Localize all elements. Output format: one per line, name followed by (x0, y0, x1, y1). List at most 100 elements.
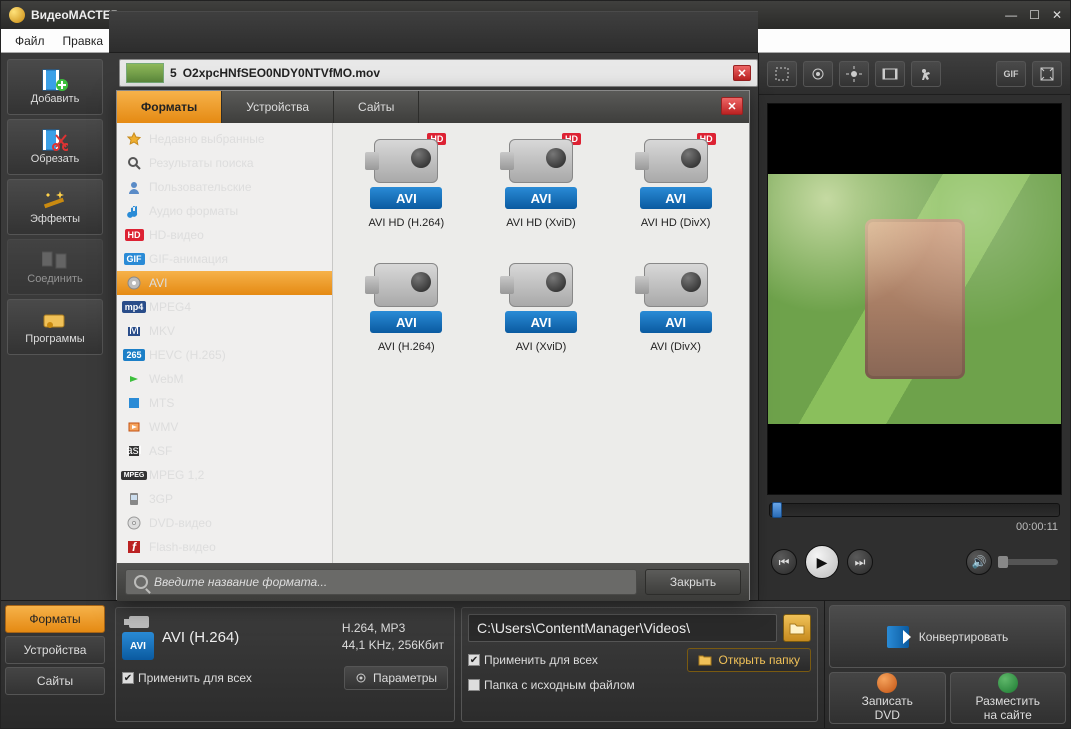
format-bar: AVI (370, 311, 442, 333)
category-quicktime-mov-[interactable]: QQuickTime (MOV) (117, 559, 332, 563)
src-folder-checkbox[interactable]: Папка с исходным файлом (468, 678, 811, 692)
open-folder-button[interactable]: Открыть папку (687, 648, 811, 672)
preset-label: AVI HD (DivX) (641, 217, 710, 229)
modal-tab-formats[interactable]: Форматы (117, 91, 222, 123)
tool-gif-button[interactable]: GIF (996, 61, 1026, 87)
maximize-button[interactable]: ☐ (1029, 8, 1040, 22)
next-track-button[interactable]: ⏭ (847, 549, 873, 575)
category-недавно-выбранные[interactable]: Недавно выбранные (117, 127, 332, 151)
output-box: C:\Users\ContentManager\Videos\ ✔Примени… (461, 607, 818, 722)
preset-avi-hd-divx-[interactable]: HDAVIAVI HD (DivX) (610, 133, 741, 251)
preset-avi-hd-h-264-[interactable]: HDAVIAVI HD (H.264) (341, 133, 472, 251)
modal-tab-devices[interactable]: Устройства (222, 91, 334, 123)
menu-file[interactable]: Файл (7, 31, 53, 51)
convert-icon (887, 626, 909, 648)
sidebar-add-label: Добавить (31, 93, 80, 105)
seek-bar[interactable] (769, 503, 1060, 517)
minimize-button[interactable]: — (1005, 8, 1017, 22)
sidebar-programs-button[interactable]: Программы (7, 299, 103, 355)
format-name: AVI (H.264) (162, 629, 239, 646)
format-bar: AVI (505, 311, 577, 333)
preset-avi-divx-[interactable]: AVIAVI (DivX) (610, 257, 741, 375)
join-icon (41, 249, 69, 271)
sidebar-effects-button[interactable]: Эффекты (7, 179, 103, 235)
app-window: ВидеоМАСТЕР — ☐ ✕ Файл Правка Обработка … (0, 0, 1071, 729)
category-3gp[interactable]: 3GP (117, 487, 332, 511)
disc-icon (125, 276, 143, 290)
modal-tab-sites[interactable]: Сайты (334, 91, 419, 123)
3gp-icon (125, 492, 143, 506)
burn-dvd-button[interactable]: Записать DVD (829, 672, 946, 724)
browse-folder-button[interactable] (783, 614, 811, 642)
left-sidebar: Добавить Обрезать Эффекты Соединить Прог… (1, 53, 109, 600)
camcorder-icon (374, 263, 438, 307)
menu-edit[interactable]: Правка (55, 31, 112, 51)
category-dvd-видео[interactable]: DVD-видео (117, 511, 332, 535)
preset-panel: HDAVIAVI HD (H.264)HDAVIAVI HD (XviD)HDA… (333, 123, 749, 563)
category-аудио-форматы[interactable]: Аудио форматы (117, 199, 332, 223)
bottom-tab-formats[interactable]: Форматы (5, 605, 105, 633)
modal-close-x[interactable]: ✕ (721, 97, 743, 115)
camera-icon (124, 614, 152, 630)
category-gif-анимация[interactable]: GIFGIF-анимация (117, 247, 332, 271)
sidebar-cut-button[interactable]: Обрезать (7, 119, 103, 175)
apply-all-checkbox-2[interactable]: ✔Применить для всех (468, 653, 598, 667)
category-avi[interactable]: AVI (117, 271, 332, 295)
format-tag: AVI (122, 632, 154, 660)
format-bar: AVI (505, 187, 577, 209)
globe-icon (998, 673, 1018, 693)
modal-close-button[interactable]: Закрыть (645, 569, 741, 595)
category-wmv[interactable]: WMV (117, 415, 332, 439)
format-spec-2: 44,1 KHz, 256Кбит (342, 637, 444, 654)
category-mkv[interactable]: MMKV (117, 319, 332, 343)
tool-frame-button[interactable] (803, 61, 833, 87)
close-button[interactable]: ✕ (1052, 8, 1062, 22)
format-search-input[interactable]: Введите название формата... (125, 569, 637, 595)
category-flash-видео[interactable]: fFlash-видео (117, 535, 332, 559)
category-mpeg4[interactable]: mp4MPEG4 (117, 295, 332, 319)
preset-avi-xvid-[interactable]: AVIAVI (XviD) (476, 257, 607, 375)
preset-avi-h-264-[interactable]: AVIAVI (H.264) (341, 257, 472, 375)
category-hd-видео[interactable]: HDHD-видео (117, 223, 332, 247)
preset-label: AVI HD (XviD) (506, 217, 575, 229)
format-box: AVI AVI (H.264) H.264, MP3 44,1 KHz, 256… (115, 607, 455, 722)
preview-frame (768, 174, 1061, 424)
tool-speed-button[interactable] (911, 61, 941, 87)
tool-filmstrip-button[interactable] (875, 61, 905, 87)
tool-brightness-button[interactable] (839, 61, 869, 87)
apply-all-checkbox[interactable]: ✔Применить для всех (122, 671, 252, 685)
volume-icon[interactable]: 🔊 (966, 549, 992, 575)
volume-slider[interactable] (998, 559, 1058, 565)
mp4-icon: mp4 (125, 300, 143, 314)
category-mts[interactable]: MTS (117, 391, 332, 415)
category-пользовательские[interactable]: Пользовательские (117, 175, 332, 199)
sidebar-add-button[interactable]: Добавить (7, 59, 103, 115)
265-icon: 265 (125, 348, 143, 362)
convert-button[interactable]: Конвертировать (829, 605, 1066, 668)
seek-knob[interactable] (772, 502, 782, 518)
category-asf[interactable]: asfASF (117, 439, 332, 463)
category-webm[interactable]: WebM (117, 367, 332, 391)
category-hevc-h-265-[interactable]: 265HEVC (H.265) (117, 343, 332, 367)
prev-track-button[interactable]: ⏮ (771, 549, 797, 575)
params-button[interactable]: Параметры (344, 666, 448, 690)
tool-crop-button[interactable] (767, 61, 797, 87)
file-remove-button[interactable]: ✕ (733, 65, 751, 81)
bottom-tab-sites[interactable]: Сайты (5, 667, 105, 695)
mkv-icon: M (125, 324, 143, 338)
preset-avi-hd-xvid-[interactable]: HDAVIAVI HD (XviD) (476, 133, 607, 251)
scissors-icon (41, 129, 69, 151)
category-результаты-поиска[interactable]: Результаты поиска (117, 151, 332, 175)
svg-text:M: M (129, 324, 139, 337)
mpeg-icon: MPEG (125, 468, 143, 482)
output-path[interactable]: C:\Users\ContentManager\Videos\ (468, 614, 777, 642)
file-thumbnail (126, 63, 164, 83)
play-button[interactable]: ▶ (805, 545, 839, 579)
bottom-tab-devices[interactable]: Устройства (5, 636, 105, 664)
category-list: Недавно выбранныеРезультаты поискаПользо… (117, 123, 333, 563)
category-mpeg-1-2[interactable]: MPEGMPEG 1,2 (117, 463, 332, 487)
upload-button[interactable]: Разместить на сайте (950, 672, 1067, 724)
bottom-bar: Форматы Устройства Сайты AVI AVI (H.264)… (1, 600, 1070, 728)
file-index: 5 (170, 66, 177, 80)
tool-fullscreen-button[interactable] (1032, 61, 1062, 87)
